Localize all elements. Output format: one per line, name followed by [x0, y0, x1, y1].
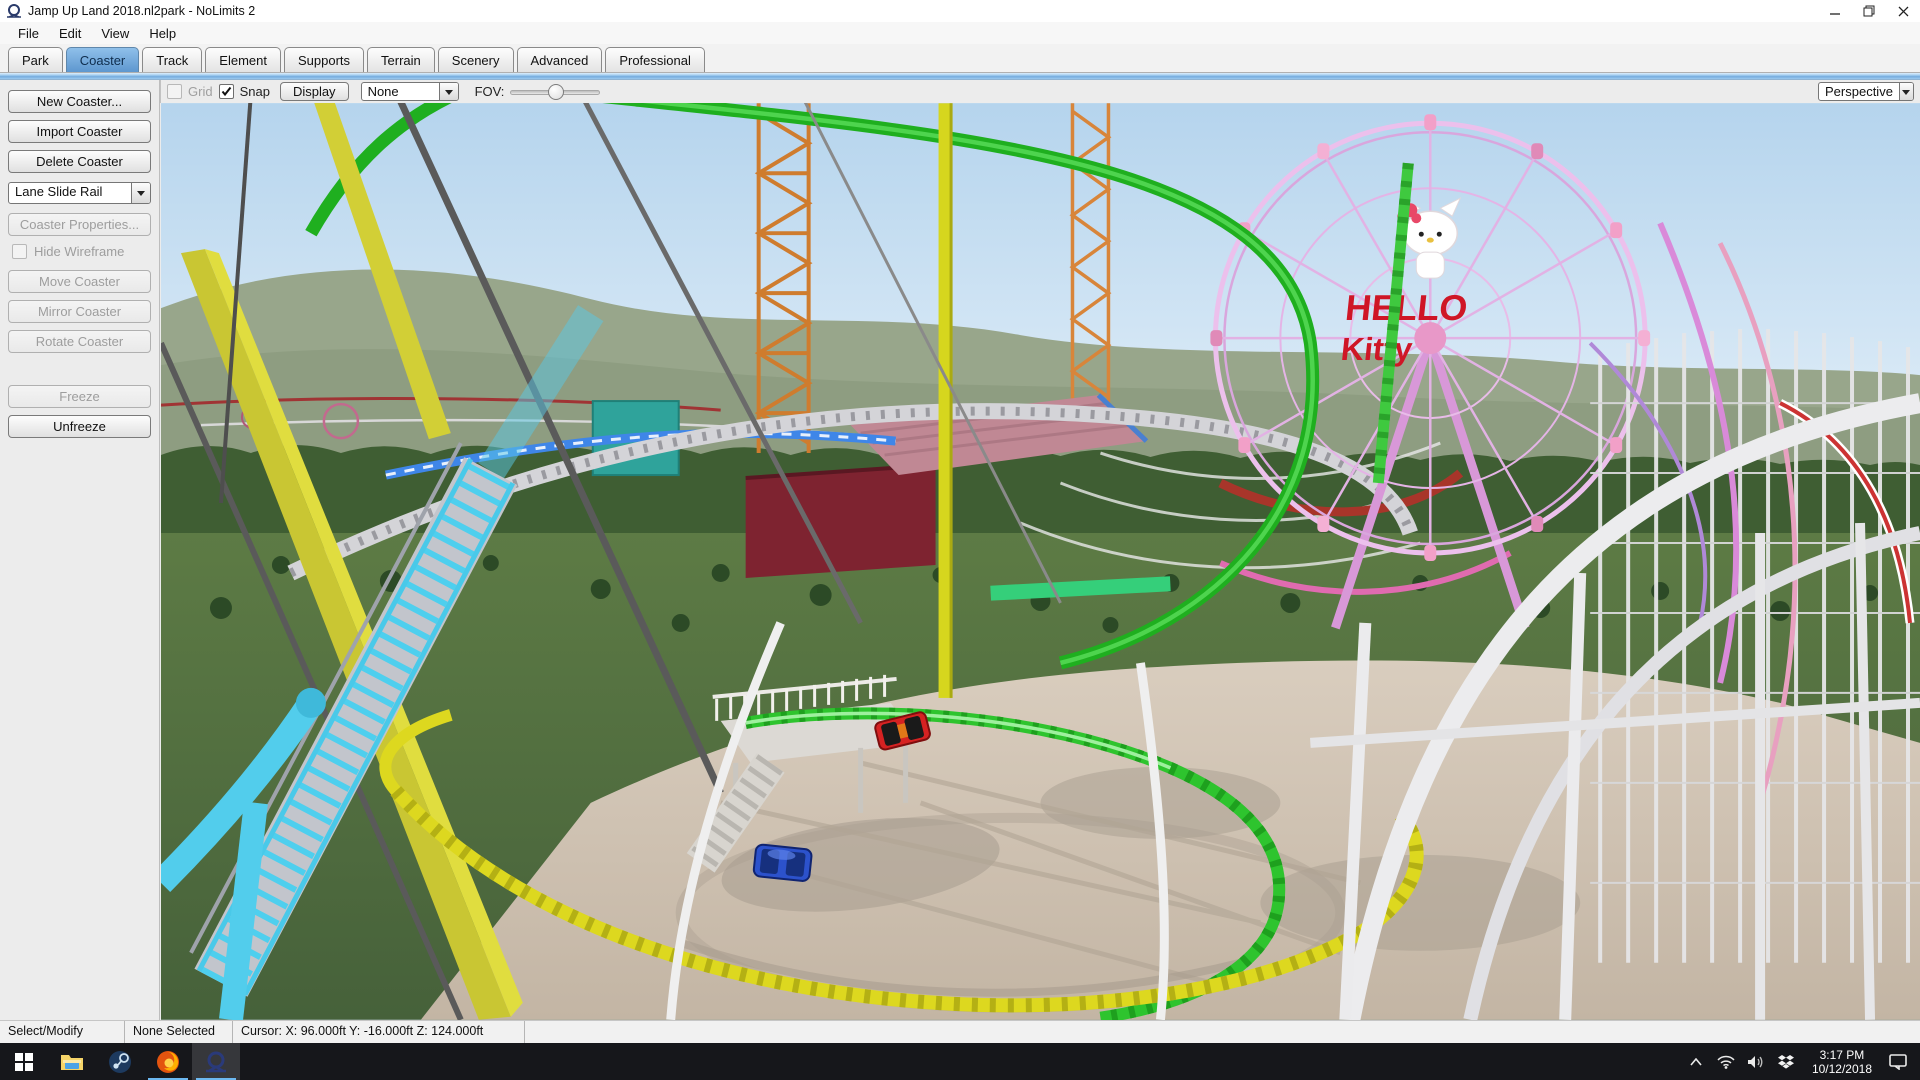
status-filler — [525, 1021, 1920, 1043]
import-coaster-button[interactable]: Import Coaster — [8, 120, 151, 143]
system-tray: 3:17 PM 10/12/2018 — [1684, 1043, 1920, 1080]
menu-help[interactable]: Help — [139, 24, 186, 43]
status-bar: Select/Modify None Selected Cursor: X: 9… — [0, 1020, 1920, 1043]
status-selection: None Selected — [125, 1021, 233, 1043]
chevron-down-icon — [439, 83, 458, 100]
coaster-sidebar: New Coaster... Import Coaster Delete Coa… — [0, 80, 160, 1020]
tab-element[interactable]: Element — [205, 47, 281, 72]
hide-wireframe-row: Hide Wireframe — [12, 244, 159, 259]
steam-button[interactable] — [96, 1043, 144, 1080]
file-explorer-button[interactable] — [48, 1043, 96, 1080]
grid-checkbox[interactable] — [167, 84, 182, 99]
clock-time: 3:17 PM — [1812, 1048, 1872, 1062]
nolimits2-window: Jamp Up Land 2018.nl2park - NoLimits 2 F… — [0, 0, 1920, 1080]
close-button[interactable] — [1886, 0, 1920, 22]
nolimits2-app-button[interactable] — [192, 1043, 240, 1080]
mode-tab-bar: Park Coaster Track Element Supports Terr… — [0, 44, 1920, 72]
volume-icon[interactable] — [1744, 1050, 1768, 1074]
blue-coaster-car — [753, 844, 812, 882]
fov-slider[interactable] — [510, 84, 600, 100]
title-bar: Jamp Up Land 2018.nl2park - NoLimits 2 — [0, 0, 1920, 22]
snap-checkbox[interactable] — [219, 84, 234, 99]
tab-terrain[interactable]: Terrain — [367, 47, 435, 72]
camera-mode-value: Perspective — [1819, 83, 1899, 100]
new-coaster-button[interactable]: New Coaster... — [8, 90, 151, 113]
viewport-3d[interactable]: HELLO Kitty — [161, 103, 1920, 1020]
tab-advanced[interactable]: Advanced — [517, 47, 603, 72]
move-coaster-button[interactable]: Move Coaster — [8, 270, 151, 293]
clock-date: 10/12/2018 — [1812, 1062, 1872, 1076]
unfreeze-button[interactable]: Unfreeze — [8, 415, 151, 438]
wifi-icon[interactable] — [1714, 1050, 1738, 1074]
display-button[interactable]: Display — [280, 82, 349, 101]
taskbar-clock[interactable]: 3:17 PM 10/12/2018 — [1804, 1048, 1880, 1076]
accent-divider — [0, 72, 1920, 80]
menu-file[interactable]: File — [8, 24, 49, 43]
display-mode-value: None — [362, 83, 439, 100]
coaster-properties-button[interactable]: Coaster Properties... — [8, 213, 151, 236]
taskbar: 3:17 PM 10/12/2018 — [0, 1043, 1920, 1080]
ferris-text-kitty: Kitty — [1339, 331, 1414, 367]
ferris-text-hello: HELLO — [1343, 287, 1469, 328]
action-center-icon[interactable] — [1886, 1050, 1910, 1074]
firefox-button[interactable] — [144, 1043, 192, 1080]
coaster-select[interactable]: Lane Slide Rail — [8, 182, 151, 204]
start-button[interactable] — [0, 1043, 48, 1080]
nolimits2-icon — [204, 1050, 228, 1074]
coaster-select-value: Lane Slide Rail — [9, 183, 131, 203]
fov-slider-thumb[interactable] — [548, 84, 564, 100]
dark-red-building — [746, 465, 936, 578]
tab-coaster[interactable]: Coaster — [66, 47, 140, 72]
grid-label: Grid — [188, 84, 213, 99]
restore-button[interactable] — [1852, 0, 1886, 22]
app-icon — [6, 3, 22, 19]
windows-logo-icon — [15, 1053, 33, 1071]
fov-label: FOV: — [475, 84, 505, 99]
chevron-down-icon — [131, 183, 150, 203]
rotate-coaster-button[interactable]: Rotate Coaster — [8, 330, 151, 353]
snap-label: Snap — [240, 84, 270, 99]
tray-chevron-up-icon[interactable] — [1684, 1050, 1708, 1074]
mirror-coaster-button[interactable]: Mirror Coaster — [8, 300, 151, 323]
tab-park[interactable]: Park — [8, 47, 63, 72]
menu-edit[interactable]: Edit — [49, 24, 91, 43]
hide-wireframe-label: Hide Wireframe — [34, 244, 124, 259]
tab-professional[interactable]: Professional — [605, 47, 705, 72]
steam-icon — [108, 1050, 132, 1074]
hide-wireframe-checkbox[interactable] — [12, 244, 27, 259]
firefox-icon — [156, 1050, 180, 1074]
chevron-down-icon — [1899, 83, 1913, 100]
dropbox-icon[interactable] — [1774, 1050, 1798, 1074]
freeze-button[interactable]: Freeze — [8, 385, 151, 408]
coaster-toolbar: Grid Snap Display None FOV: Perspective — [160, 80, 1920, 103]
tab-scenery[interactable]: Scenery — [438, 47, 514, 72]
delete-coaster-button[interactable]: Delete Coaster — [8, 150, 151, 173]
display-mode-select[interactable]: None — [361, 82, 459, 101]
tab-track[interactable]: Track — [142, 47, 202, 72]
window-title: Jamp Up Land 2018.nl2park - NoLimits 2 — [28, 4, 255, 18]
status-cursor-coords: Cursor: X: 96.000ft Y: -16.000ft Z: 124.… — [233, 1021, 525, 1043]
minimize-button[interactable] — [1818, 0, 1852, 22]
camera-mode-select[interactable]: Perspective — [1818, 82, 1914, 101]
menu-bar: File Edit View Help — [0, 22, 1920, 44]
tab-supports[interactable]: Supports — [284, 47, 364, 72]
folder-icon — [60, 1052, 84, 1072]
menu-view[interactable]: View — [91, 24, 139, 43]
status-mode: Select/Modify — [0, 1021, 125, 1043]
